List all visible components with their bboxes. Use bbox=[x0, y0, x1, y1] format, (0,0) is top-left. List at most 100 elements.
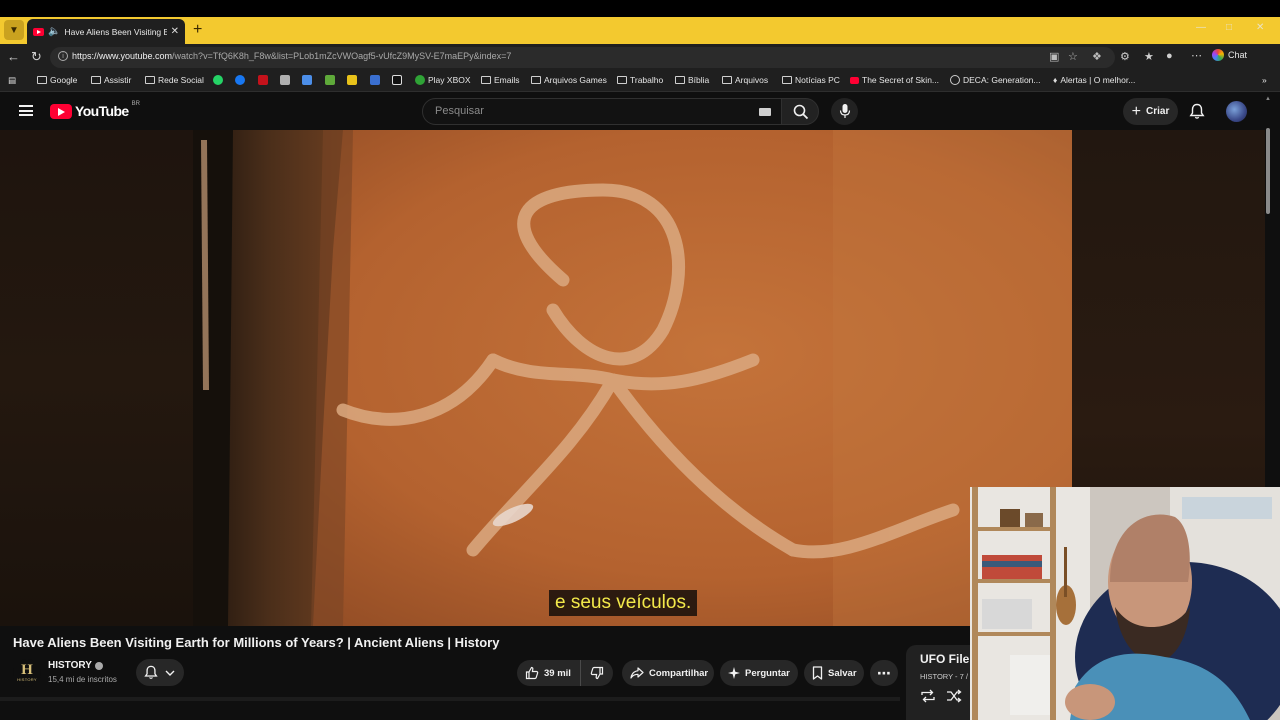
playlist-title: UFO File bbox=[920, 652, 970, 666]
bookmark-deca[interactable]: DECA: Generation... bbox=[950, 75, 1040, 85]
keyboard-icon[interactable] bbox=[759, 108, 771, 116]
globe-icon bbox=[950, 75, 960, 85]
like-button[interactable]: 39 mil bbox=[517, 660, 581, 686]
copilot-icon bbox=[1212, 49, 1224, 61]
profile-icon[interactable]: ● bbox=[1166, 50, 1173, 62]
notifications-bell-icon[interactable] bbox=[1189, 103, 1205, 120]
like-dislike-group: 39 mil bbox=[517, 660, 613, 686]
youtube-play-icon bbox=[50, 103, 72, 119]
caption-text: e seus veículos. bbox=[549, 590, 698, 616]
favorites-icon[interactable]: ★ bbox=[1144, 50, 1154, 63]
folder-icon bbox=[675, 76, 685, 84]
bookmark-rede-social[interactable]: Rede Social bbox=[145, 75, 204, 85]
search-icon bbox=[793, 104, 809, 120]
bookmark-blue-icon[interactable] bbox=[302, 75, 312, 85]
bookmark-star-icon[interactable]: ☆ bbox=[1068, 50, 1078, 63]
screen-top-bar bbox=[0, 0, 1280, 17]
xbox-icon bbox=[415, 75, 425, 85]
video-title: Have Aliens Been Visiting Earth for Mill… bbox=[13, 635, 500, 650]
copilot-chat-button[interactable]: Chat bbox=[1212, 49, 1247, 61]
voice-search-button[interactable] bbox=[831, 98, 858, 125]
playlist-subtitle: HISTORY - 7 / bbox=[920, 672, 968, 681]
bookmark-chart-icon[interactable] bbox=[370, 75, 380, 85]
shuffle-playlist-icon[interactable] bbox=[946, 689, 962, 703]
diamond-icon: ♦ bbox=[1053, 75, 1058, 85]
ask-ai-button[interactable]: Perguntar bbox=[720, 660, 798, 686]
messenger-icon[interactable] bbox=[235, 75, 245, 85]
webcam-image bbox=[970, 487, 1280, 720]
bell-icon bbox=[144, 665, 158, 679]
menu-icon[interactable] bbox=[19, 105, 33, 116]
page-scrollbar[interactable] bbox=[1266, 128, 1270, 214]
bookmark-noticias-pc[interactable]: Notícias PC bbox=[782, 75, 840, 85]
more-bookmarks-icon[interactable]: » bbox=[1262, 75, 1267, 85]
minimize-window-button[interactable]: — bbox=[1196, 22, 1206, 33]
bookmark-trabalho[interactable]: Trabalho bbox=[617, 75, 663, 85]
search-box[interactable] bbox=[422, 98, 782, 125]
url-text: https://www.youtube.com/watch?v=TfQ6K8h_… bbox=[72, 51, 512, 61]
search-input[interactable] bbox=[433, 104, 733, 118]
bookmark-yellow-icon[interactable] bbox=[347, 75, 357, 85]
bookmark-green-icon[interactable] bbox=[325, 75, 335, 85]
extension-icon[interactable]: ❖ bbox=[1092, 50, 1102, 63]
close-tab-icon[interactable]: ✕ bbox=[171, 26, 179, 37]
bookmark-alertas[interactable]: ♦ Alertas | O melhor... bbox=[1053, 75, 1135, 85]
channel-name[interactable]: HISTORY bbox=[48, 660, 103, 671]
youtube-logo[interactable]: YouTube BR bbox=[50, 101, 140, 119]
bookmark-s-icon[interactable] bbox=[392, 75, 402, 85]
folder-icon bbox=[37, 76, 47, 84]
scroll-up-arrow-icon[interactable]: ▲ bbox=[1265, 96, 1271, 102]
share-button[interactable]: Compartilhar bbox=[622, 660, 714, 686]
loop-playlist-icon[interactable] bbox=[920, 689, 936, 703]
bookmark-google[interactable]: Google bbox=[37, 75, 77, 85]
bookmark-biblia[interactable]: Bíblia bbox=[675, 75, 709, 85]
user-avatar[interactable] bbox=[1226, 101, 1247, 122]
bookmark-arquivos[interactable]: Arquivos bbox=[722, 75, 768, 85]
chevron-down-icon: ▼ bbox=[9, 24, 19, 36]
tab-search-button[interactable]: ▼ bbox=[4, 20, 24, 40]
bookmark-play-xbox[interactable]: Play XBOX bbox=[415, 75, 471, 85]
maximize-window-button[interactable]: □ bbox=[1226, 22, 1232, 33]
thumbs-down-icon bbox=[590, 666, 604, 680]
back-arrow-icon[interactable]: ← bbox=[7, 49, 20, 64]
create-button[interactable]: + Criar bbox=[1123, 98, 1178, 125]
subscribed-notifications-button[interactable] bbox=[136, 659, 184, 686]
youtube-favicon-icon bbox=[33, 27, 44, 36]
dislike-button[interactable] bbox=[581, 666, 613, 680]
more-horizontal-icon: ⋯ bbox=[877, 664, 891, 681]
bookmark-emails[interactable]: Emails bbox=[481, 75, 520, 85]
video-frame[interactable] bbox=[193, 130, 1072, 626]
tab-strip: ▼ 🔈 Have Aliens Been Visiting Earth ✕ + bbox=[0, 17, 1280, 44]
more-menu-icon[interactable]: ⋯ bbox=[1191, 49, 1202, 62]
bookmark-secret-of-skin[interactable]: The Secret of Skin... bbox=[850, 75, 939, 85]
new-tab-button[interactable]: + bbox=[193, 20, 202, 40]
whatsapp-icon[interactable] bbox=[213, 75, 223, 85]
extension-puzzle-icon[interactable]: ⚙ bbox=[1120, 50, 1130, 63]
chat-label: Chat bbox=[1228, 50, 1248, 60]
reading-list-icon[interactable]: ▤ bbox=[8, 75, 16, 86]
plus-icon: + bbox=[1131, 102, 1141, 120]
microphone-icon bbox=[839, 104, 851, 118]
address-bar[interactable]: i https://www.youtube.com/watch?v=TfQ6K8… bbox=[50, 47, 1115, 68]
reload-icon[interactable]: ↻ bbox=[31, 49, 42, 65]
bookmark-grey-icon[interactable] bbox=[280, 75, 290, 85]
description-box-edge bbox=[0, 697, 900, 701]
share-arrow-icon bbox=[630, 667, 644, 679]
bookmark-red-icon[interactable] bbox=[258, 75, 268, 85]
channel-avatar[interactable]: H HISTORY bbox=[13, 659, 41, 687]
bookmark-assistir[interactable]: Assistir bbox=[91, 75, 131, 85]
more-actions-button[interactable]: ⋯ bbox=[870, 660, 898, 686]
folder-icon bbox=[91, 76, 101, 84]
player-ambient-left bbox=[0, 130, 193, 626]
close-window-button[interactable]: ✕ bbox=[1256, 22, 1264, 33]
thumbs-up-icon bbox=[525, 666, 539, 680]
browser-tab-active[interactable]: 🔈 Have Aliens Been Visiting Earth ✕ bbox=[27, 19, 185, 44]
folder-icon bbox=[531, 76, 541, 84]
save-button[interactable]: Salvar bbox=[804, 660, 864, 686]
subscriber-count: 15,4 mi de inscritos bbox=[48, 675, 117, 684]
bookmark-arquivos-games[interactable]: Arquivos Games bbox=[531, 75, 607, 85]
site-info-icon[interactable]: i bbox=[58, 51, 68, 61]
speaker-icon[interactable]: 🔈 bbox=[48, 26, 60, 37]
search-button[interactable] bbox=[781, 98, 819, 125]
install-app-icon[interactable]: ▣ bbox=[1049, 50, 1059, 63]
